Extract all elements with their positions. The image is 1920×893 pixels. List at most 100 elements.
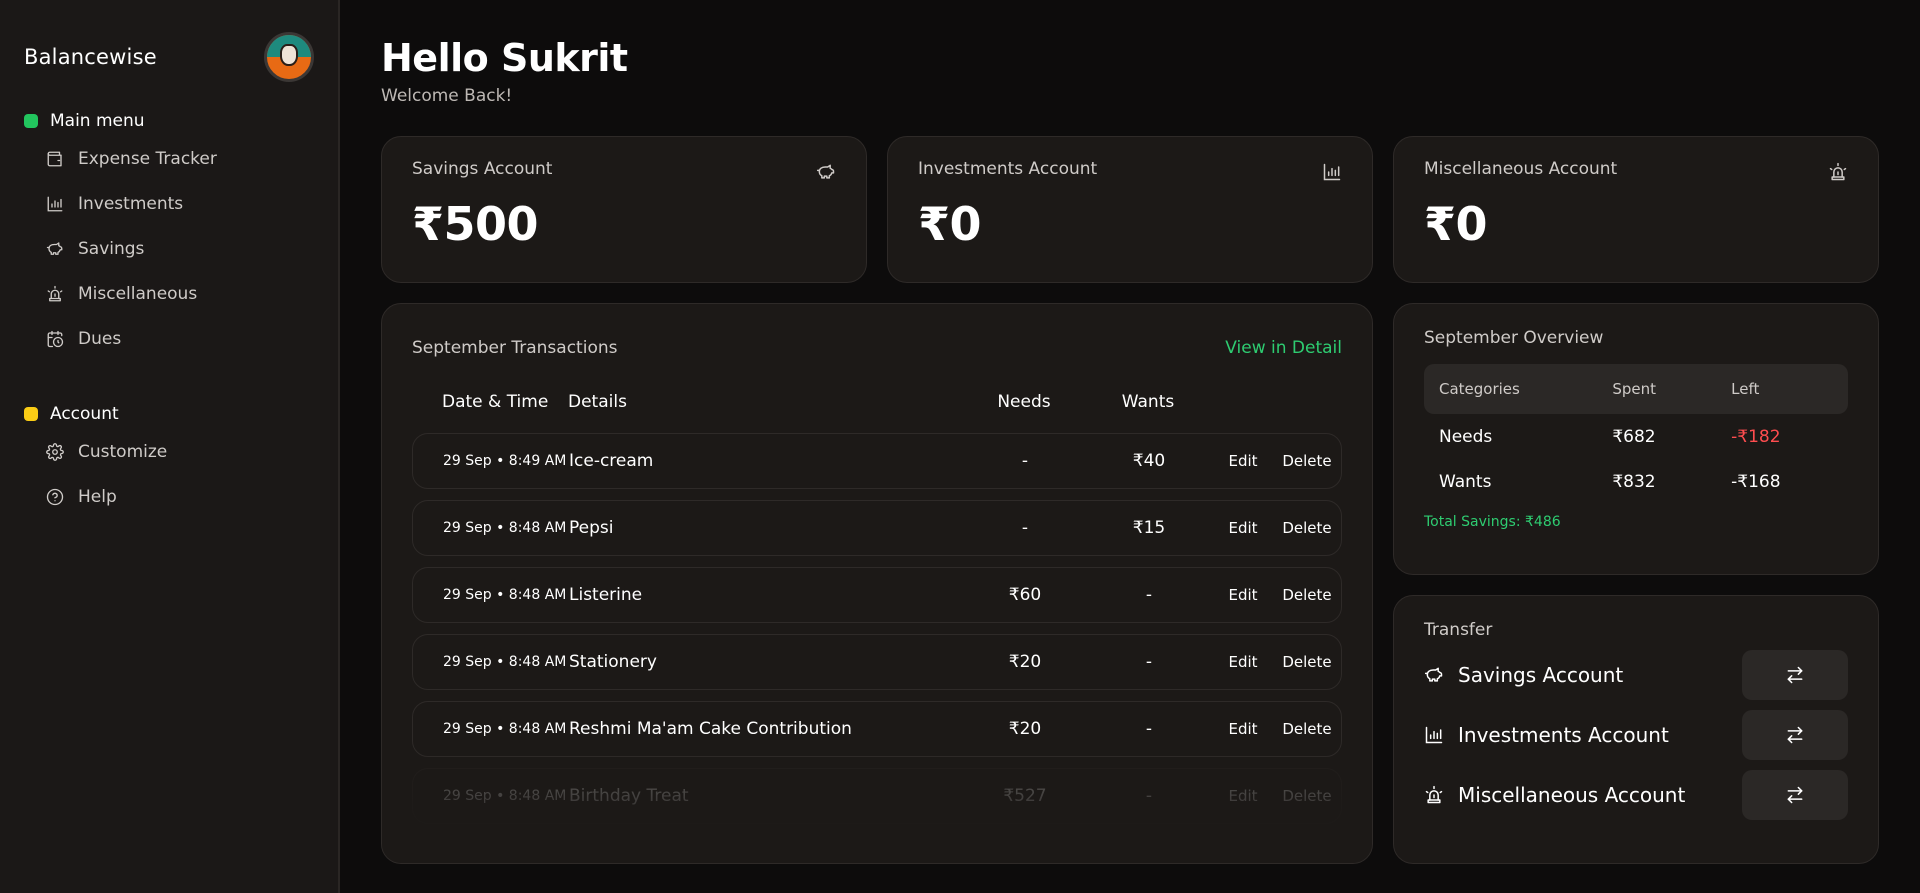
transfer-account: Investments Account	[1424, 723, 1669, 747]
overview-category: Needs	[1439, 426, 1493, 447]
transfer-savings-button[interactable]	[1742, 650, 1848, 700]
sidebar: Balancewise Main menu Expense Tracker In…	[0, 0, 340, 893]
edit-button[interactable]: Edit	[1211, 452, 1275, 470]
table-row: 29 Sep • 8:48 AM Birthday Treat ₹527 - E…	[412, 768, 1342, 824]
delete-button[interactable]: Delete	[1275, 452, 1339, 470]
transactions-header: September Transactions View in Detail	[412, 338, 1342, 358]
miscellaneous-account-card[interactable]: Miscellaneous Account ₹0	[1393, 136, 1879, 283]
transactions-card: September Transactions View in Detail Da…	[381, 303, 1373, 864]
app-root: Balancewise Main menu Expense Tracker In…	[0, 0, 1920, 893]
row-wants: ₹15	[1132, 518, 1166, 538]
row-date: 29 Sep • 8:48 AM	[443, 788, 567, 804]
overview-header-categories: Categories	[1439, 380, 1520, 398]
overview-spent: ₹682	[1612, 426, 1656, 447]
total-savings: Total Savings: ₹486	[1424, 514, 1561, 530]
transactions-title: September Transactions	[412, 338, 618, 358]
overview-row: Wants ₹832 -₹168	[1424, 459, 1848, 504]
siren-icon	[47, 285, 63, 301]
edit-button[interactable]: Edit	[1211, 720, 1275, 738]
sidebar-item-investments[interactable]: Investments	[24, 181, 314, 226]
transfer-row-savings: Savings Account	[1424, 650, 1848, 700]
table-row: 29 Sep • 8:48 AM Stationery ₹20 - Edit D…	[412, 634, 1342, 690]
gear-icon	[46, 442, 64, 461]
avatar[interactable]	[264, 32, 314, 82]
edit-button[interactable]: Edit	[1211, 787, 1275, 805]
account-card-title: Savings Account	[412, 159, 553, 179]
transfer-title: Transfer	[1424, 620, 1493, 640]
view-in-detail-link[interactable]: View in Detail	[1225, 338, 1342, 358]
delete-button[interactable]: Delete	[1275, 519, 1339, 537]
savings-account-card[interactable]: Savings Account ₹500	[381, 136, 867, 283]
sidebar-item-miscellaneous[interactable]: Miscellaneous	[24, 271, 314, 316]
delete-button[interactable]: Delete	[1275, 653, 1339, 671]
transfer-miscellaneous-button[interactable]	[1742, 770, 1848, 820]
account-card-amount: ₹0	[918, 197, 982, 251]
row-date: 29 Sep • 8:48 AM	[443, 520, 567, 536]
help-circle-icon	[46, 488, 64, 505]
right-column: September Overview Categories Spent Left…	[1393, 303, 1879, 864]
row-needs: ₹60	[1008, 585, 1042, 605]
overview-title: September Overview	[1424, 328, 1604, 348]
overview-card: September Overview Categories Spent Left…	[1393, 303, 1879, 575]
transfer-row-investments: Investments Account	[1424, 710, 1848, 760]
section-label-main-menu: Main menu	[50, 111, 145, 131]
row-needs: ₹527	[1003, 786, 1047, 806]
sidebar-item-label: Customize	[78, 441, 168, 462]
main-content: Hello Sukrit Welcome Back! Savings Accou…	[340, 0, 1920, 893]
sidebar-item-label: Help	[78, 486, 117, 507]
row-date: 29 Sep • 8:49 AM	[443, 453, 567, 469]
overview-category: Wants	[1439, 471, 1492, 492]
transfer-card: Transfer Savings Account Investments Acc…	[1393, 595, 1879, 864]
edit-button[interactable]: Edit	[1211, 519, 1275, 537]
overview-header-left: Left	[1731, 380, 1760, 398]
overview-left: -₹182	[1731, 426, 1781, 447]
sidebar-item-help[interactable]: Help	[24, 474, 314, 519]
row-wants: -	[1145, 719, 1153, 739]
row-details: Stationery	[569, 652, 657, 672]
row-wants: -	[1145, 585, 1153, 605]
row-details: Birthday Treat	[569, 786, 689, 806]
delete-button[interactable]: Delete	[1275, 586, 1339, 604]
investments-account-card[interactable]: Investments Account ₹0	[887, 136, 1373, 283]
edit-button[interactable]: Edit	[1211, 653, 1275, 671]
sidebar-item-expense-tracker[interactable]: Expense Tracker	[24, 136, 314, 181]
account-dot	[24, 407, 38, 421]
row-needs: ₹20	[1008, 652, 1042, 672]
row-needs: -	[1021, 518, 1029, 538]
bar-chart-icon	[47, 196, 63, 211]
account-card-title: Investments Account	[918, 159, 1098, 179]
edit-button[interactable]: Edit	[1211, 586, 1275, 604]
transfer-arrows-icon	[1787, 666, 1803, 684]
overview-spent: ₹832	[1612, 471, 1656, 492]
main-menu-dot	[24, 114, 38, 128]
transfer-arrows-icon	[1787, 786, 1803, 804]
sidebar-item-label: Expense Tracker	[78, 148, 217, 169]
transfer-investments-button[interactable]	[1742, 710, 1848, 760]
overview-left: -₹168	[1731, 471, 1781, 492]
table-row: 29 Sep • 8:48 AM Listerine ₹60 - Edit De…	[412, 567, 1342, 623]
transfer-account: Miscellaneous Account	[1424, 783, 1685, 807]
column-wants: Wants	[1121, 392, 1175, 412]
row-details: Pepsi	[569, 518, 614, 538]
row-needs: ₹20	[1008, 719, 1042, 739]
calendar-clock-icon	[47, 330, 64, 347]
delete-button[interactable]: Delete	[1275, 720, 1339, 738]
sidebar-item-savings[interactable]: Savings	[24, 226, 314, 271]
row-date: 29 Sep • 8:48 AM	[443, 654, 567, 670]
transfer-arrows-icon	[1787, 726, 1803, 744]
overview-table-header: Categories Spent Left	[1424, 364, 1848, 414]
row-details: Listerine	[569, 585, 643, 605]
piggy-bank-icon	[1424, 667, 1443, 682]
row-date: 29 Sep • 8:48 AM	[443, 587, 567, 603]
account-card-amount: ₹0	[1424, 197, 1488, 251]
delete-button[interactable]: Delete	[1275, 787, 1339, 805]
transfer-account-label: Investments Account	[1458, 723, 1669, 747]
sidebar-item-label: Dues	[78, 328, 122, 349]
sidebar-item-customize[interactable]: Customize	[24, 429, 314, 474]
account-card-amount: ₹500	[412, 197, 539, 251]
sidebar-item-dues[interactable]: Dues	[24, 316, 314, 361]
column-date: Date & Time	[442, 392, 549, 412]
siren-icon	[1425, 785, 1443, 804]
section-label-account: Account	[50, 404, 119, 424]
section-account: Account	[24, 399, 314, 429]
